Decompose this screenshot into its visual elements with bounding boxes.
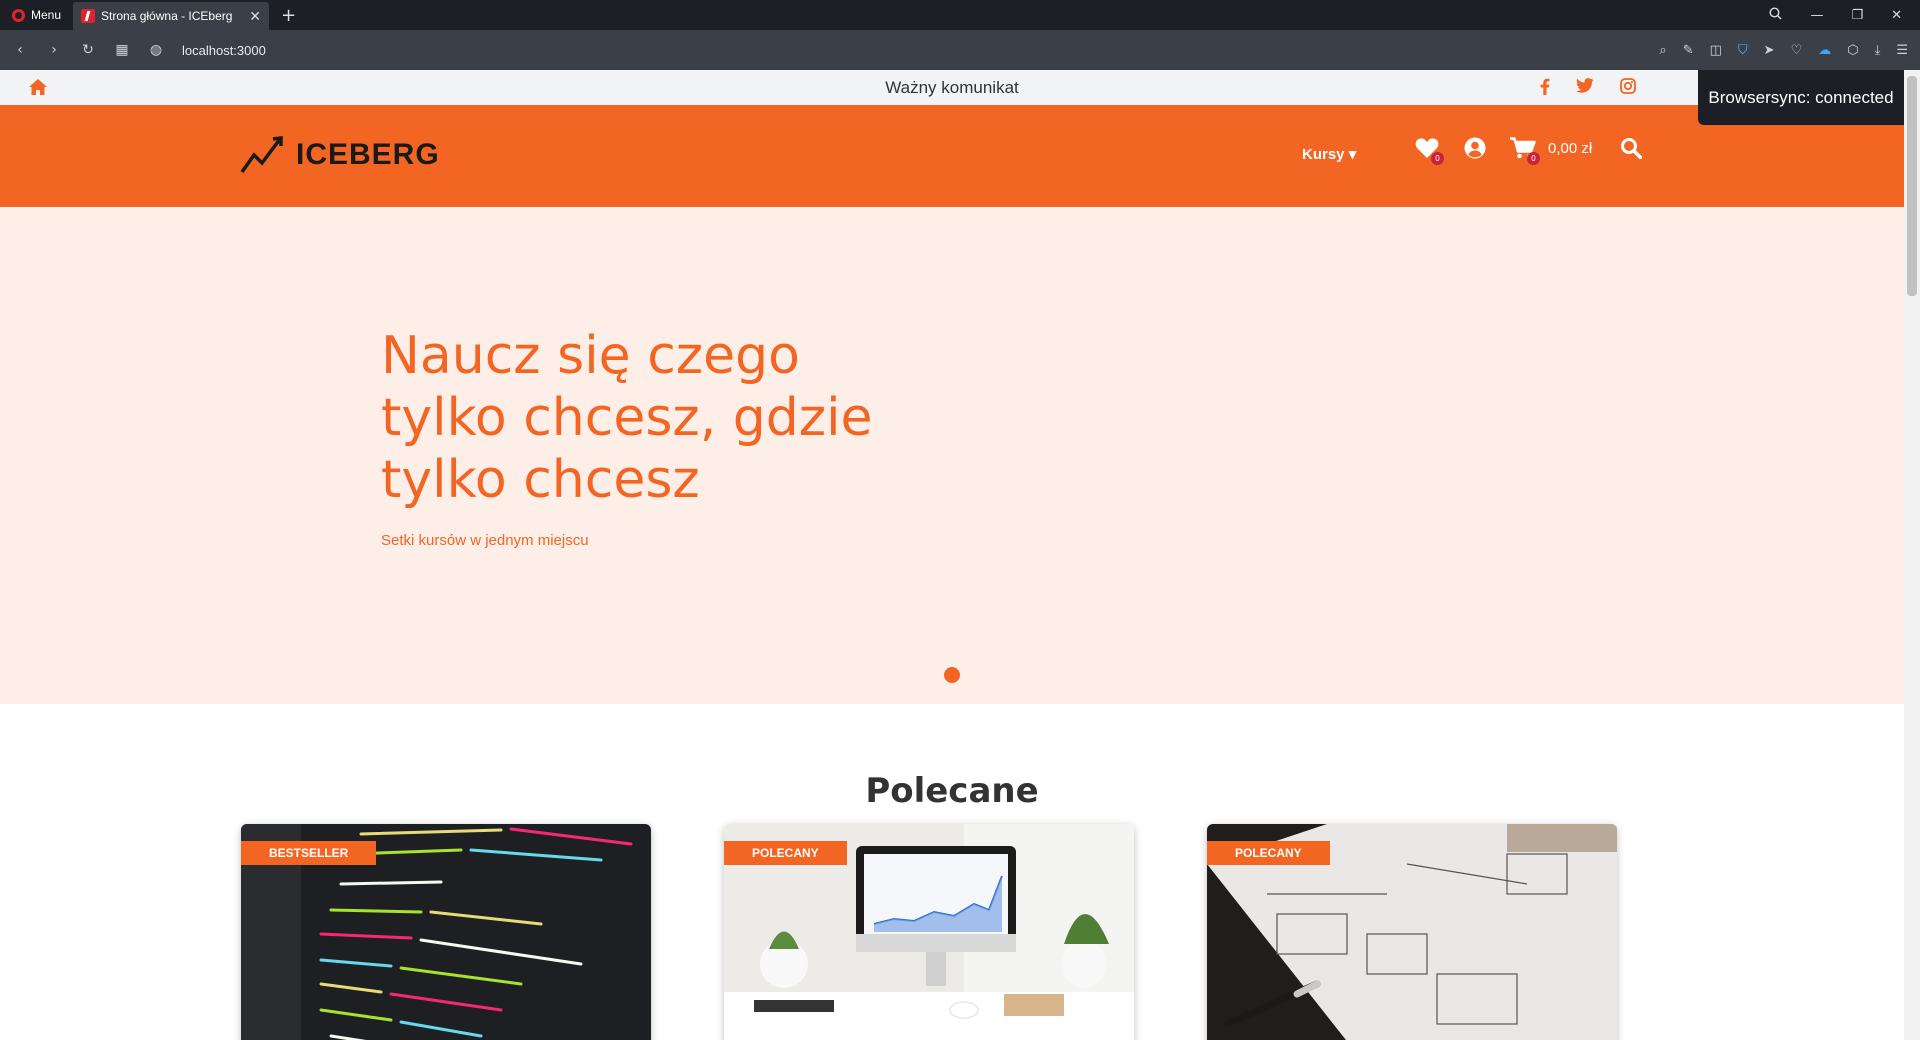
tab-title: Strona główna - ICEberg (101, 9, 233, 23)
wishlist-count-badge: 0 (1431, 152, 1444, 165)
heart-outline-icon[interactable]: ♡ (1791, 43, 1803, 58)
zoom-icon[interactable]: ⌕ (1659, 43, 1666, 58)
site-logo[interactable]: ICEBERG (240, 135, 440, 175)
cloud-icon[interactable]: ☁ (1818, 43, 1831, 58)
reload-icon[interactable]: ↻ (80, 42, 96, 58)
shield-icon[interactable]: ⛉ (1738, 43, 1748, 58)
course-card[interactable]: BESTSELLER (241, 824, 651, 1040)
logo-text: ICEBERG (296, 138, 440, 171)
course-card[interactable]: POLECANY (1207, 824, 1617, 1040)
minimize-icon[interactable]: — (1810, 8, 1823, 23)
instagram-icon[interactable] (1620, 78, 1636, 100)
address-bar: ‹ › ↻ ▦ ◍ localhost:3000 ⌕ ✎ ◫ ⛉ ➤ ♡ ☁ ⬡… (0, 30, 1920, 70)
course-card[interactable]: POLECANY (724, 824, 1134, 1040)
opera-logo-icon (12, 8, 25, 22)
browser-tab-active[interactable]: Strona główna - ICEberg ✕ (73, 2, 270, 30)
browser-menu-button[interactable]: Menu (0, 0, 73, 30)
user-circle-icon (1464, 137, 1486, 159)
nav-courses-dropdown[interactable]: Kursy ▾ (1302, 145, 1356, 163)
cart-count-badge: 0 (1527, 152, 1540, 165)
scrollbar-thumb[interactable] (1907, 76, 1917, 296)
extension-icons: ⌕ ✎ ◫ ⛉ ➤ ♡ ☁ ⬡ ⤓ ☰ (1659, 43, 1908, 58)
back-icon[interactable]: ‹ (12, 42, 28, 58)
download-icon[interactable]: ⤓ (1875, 43, 1881, 58)
web-page: Ważny komunikat ICEBERG Kursy ▾ 0 0 0,00… (0, 70, 1904, 1040)
new-tab-button[interactable]: + (269, 5, 308, 26)
cart-button[interactable]: 0 (1510, 135, 1540, 165)
hero-slider: Naucz się czego tylko chcesz, gdzie tylk… (0, 207, 1904, 704)
url-field[interactable]: localhost:3000 (182, 43, 266, 58)
wishlist-button[interactable]: 0 (1414, 135, 1444, 165)
close-window-icon[interactable]: ✕ (1891, 8, 1902, 23)
caret-down-icon: ▾ (1348, 146, 1357, 163)
easy-setup-icon[interactable]: ☰ (1896, 43, 1908, 58)
globe-icon: ◍ (149, 42, 163, 58)
snapshot-icon[interactable]: ◫ (1710, 43, 1722, 58)
slider-dot-active[interactable] (944, 667, 960, 683)
featured-cards: BESTSELLER POLECANY POLECANY (241, 824, 1617, 1040)
browsersync-notification: Browsersync: connected (1698, 70, 1904, 125)
account-button[interactable] (1462, 135, 1488, 161)
site-header: ICEBERG Kursy ▾ 0 0 0,00 zł (0, 105, 1904, 207)
featured-section-title: Polecane (865, 771, 1039, 811)
browser-search-icon[interactable] (1769, 6, 1782, 24)
browser-menu-label: Menu (31, 8, 62, 22)
speed-dial-icon[interactable]: ▦ (114, 42, 130, 58)
cube-icon[interactable]: ⬡ (1847, 43, 1858, 58)
cart-total[interactable]: 0,00 zł (1548, 140, 1592, 157)
logo-chart-icon (240, 136, 283, 174)
header-actions: 0 0 0,00 zł (1414, 135, 1644, 165)
close-tab-icon[interactable]: ✕ (249, 8, 261, 25)
hero-subtitle: Setki kursów w jednym miejscu (381, 532, 589, 549)
search-icon (1621, 138, 1643, 159)
home-icon[interactable] (28, 78, 48, 101)
page-scrollbar[interactable] (1904, 70, 1920, 1040)
restore-icon[interactable]: ❐ (1851, 8, 1863, 23)
edit-icon[interactable]: ✎ (1683, 43, 1694, 58)
facebook-icon[interactable] (1540, 78, 1550, 100)
forward-icon[interactable]: › (46, 42, 62, 58)
announcement-bar: Ważny komunikat (0, 70, 1904, 105)
browser-tab-bar: Menu Strona główna - ICEberg ✕ + — ❐ ✕ (0, 0, 1920, 30)
card-tag: BESTSELLER (241, 841, 377, 865)
search-button[interactable] (1618, 135, 1644, 161)
hero-title: Naucz się czego tylko chcesz, gdzie tylk… (381, 326, 873, 510)
social-links (1540, 78, 1636, 100)
card-tag: POLECANY (1207, 841, 1330, 865)
card-tag: POLECANY (724, 841, 847, 865)
favicon-icon (81, 9, 96, 23)
window-controls: — ❐ ✕ (1769, 6, 1920, 24)
twitter-icon[interactable] (1575, 78, 1594, 100)
nav-courses-label: Kursy (1302, 146, 1345, 163)
send-icon[interactable]: ➤ (1764, 43, 1775, 58)
